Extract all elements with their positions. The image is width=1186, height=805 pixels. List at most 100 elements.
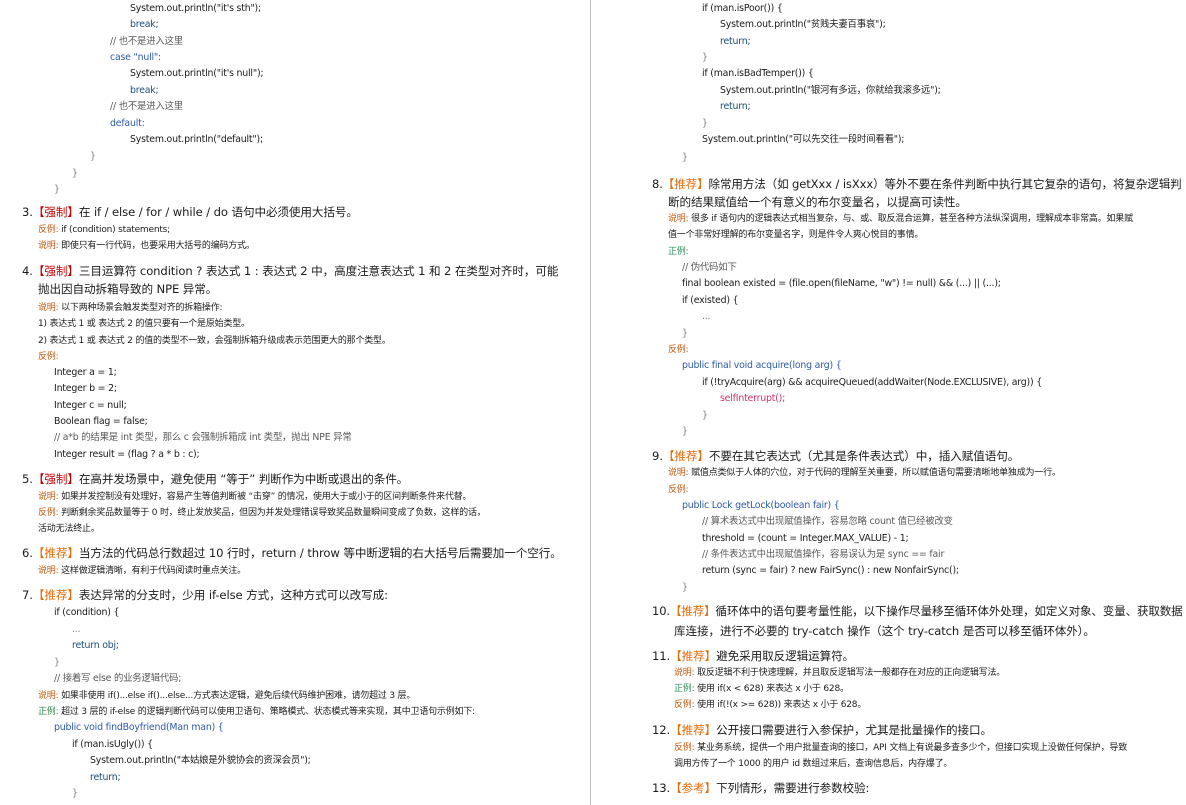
- rule-heading: 5.【强制】在高并发场景中，避免使用 “等于” 判断作为中断或退出的条件。: [22, 470, 408, 488]
- column-divider: [590, 0, 591, 805]
- code-comment: // 伪代码如下: [682, 262, 737, 273]
- rule-text: 下列情形，需要进行参数校验:: [716, 781, 870, 795]
- code-line: if (existed) {: [682, 295, 739, 306]
- rule-number: 11.: [652, 649, 671, 663]
- rule-number: 6.: [22, 546, 33, 560]
- code-brace: }: [682, 328, 688, 339]
- code-line: if (man.isBadTemper()) {: [702, 68, 814, 79]
- note-text: 某业务系统，提供一个用户批量查询的接口，API 文档上有说最多查多少个，但接口实…: [694, 743, 1128, 753]
- tag-reference: 【参考】: [670, 781, 717, 795]
- code-line: System.out.println("贫贱夫妻百事哀");: [720, 19, 886, 30]
- code-brace: }: [54, 657, 60, 668]
- note-line: 反例: 判断剩余奖品数量等于 0 时，终止发放奖品，但因为并发处理错误导致奖品数…: [38, 505, 486, 521]
- explanation-label: 说明:: [38, 691, 59, 701]
- code-line: if (man.isPoor()) {: [702, 3, 783, 14]
- note-line: 说明: 赋值点类似于人体的穴位，对于代码的理解至关重要，所以赋值语句需要清晰地单…: [668, 465, 1061, 481]
- rule-text: 避免采用取反逻辑运算符。: [716, 649, 855, 663]
- positive-example-label: 正例:: [668, 247, 689, 257]
- right-column: if (man.isPoor()) { System.out.println("…: [594, 0, 1186, 805]
- code-line: return;: [720, 36, 751, 47]
- rule-text: 公开接口需要进行入参保护，尤其是批量操作的接口。: [716, 723, 992, 737]
- code-comment: // 也不是进入这里: [110, 101, 183, 112]
- code-line: ...: [702, 311, 711, 322]
- code-brace: }: [682, 152, 688, 163]
- note-text: 如果并发控制没有处理好，容易产生等值判断被 “击穿” 的情况，使用大于或小于的区…: [58, 492, 472, 502]
- rule-text: 循环体中的语句要考量性能，以下操作尽量移至循环体外处理，如定义对象、变量、获取数…: [715, 604, 1183, 618]
- rule-text: 在高并发场景中，避免使用 “等于” 判断作为中断或退出的条件。: [78, 472, 409, 486]
- rule-heading: 8.【推荐】除常用方法（如 getXxx / isXxx）等外不要在条件判断中执…: [652, 175, 1182, 193]
- note-text: 判断剩余奖品数量等于 0 时，终止发放奖品，但因为并发处理错误导致奖品数量瞬间变…: [58, 508, 486, 518]
- code-line: System.out.println("可以先交往一段时间看看");: [702, 134, 905, 145]
- code-line: System.out.println("本姑娘是外貌协会的资深会员");: [90, 755, 311, 766]
- code-brace: }: [90, 151, 96, 162]
- code-line: return obj;: [72, 638, 119, 654]
- explanation-label: 说明:: [674, 668, 695, 678]
- note-text: 使用 if(!(x >= 628)) 来表达 x 小于 628。: [694, 700, 867, 710]
- code-line: System.out.println("default");: [130, 134, 263, 145]
- tag-recommend: 【推荐】: [662, 177, 709, 191]
- code-line: Integer b = 2;: [54, 383, 117, 394]
- rule-text-cont: 断的结果赋值给一个有意义的布尔变量名，以提高可读性。: [668, 195, 967, 209]
- tag-recommend: 【推荐】: [670, 723, 717, 737]
- code-line: public final void acquire(long arg) {: [682, 360, 842, 371]
- code-brace: }: [72, 788, 78, 799]
- explanation-label: 说明:: [38, 566, 59, 576]
- note-line: 正例: 使用 if(x < 628) 来表达 x 小于 628。: [674, 681, 849, 697]
- code-brace: }: [702, 118, 708, 129]
- note-line: 反例: if (condition) statements;: [38, 222, 170, 238]
- rule-heading: 3.【强制】在 if / else / for / while / do 语句中…: [22, 203, 358, 221]
- code-return: return obj;: [72, 640, 119, 651]
- rule-text: 表达异常的分支时，少用 if-else 方式，这种方式可以改写成:: [78, 588, 388, 602]
- rule-heading: 11.【推荐】避免采用取反逻辑运算符。: [652, 647, 854, 665]
- rule-heading: 13.【参考】下列情形，需要进行参数校验:: [652, 779, 869, 797]
- code-brace: }: [682, 582, 688, 593]
- rule-heading: 10.【推荐】循环体中的语句要考量性能，以下操作尽量移至循环体外处理，如定义对象…: [652, 602, 1183, 620]
- note-text: 如果非使用 if()...else if()...else...方式表达逻辑，避…: [58, 691, 416, 701]
- rule-number: 4.: [22, 264, 33, 278]
- note-line: 说明: 很多 if 语句内的逻辑表达式相当复杂，与、或、取反混合运算，甚至各种方…: [668, 211, 1133, 227]
- rule-text: 除常用方法（如 getXxx / isXxx）等外不要在条件判断中执行其它复杂的…: [708, 177, 1182, 191]
- explanation-label: 说明:: [38, 303, 59, 313]
- rule-text-cont: 库连接，进行不必要的 try-catch 操作（这个 try-catch 是否可…: [674, 624, 1095, 638]
- code-line: Boolean flag = false;: [54, 416, 148, 427]
- note-line: 2) 表达式 1 或 表达式 2 的值的类型不一致，会强制拆箱升级成表示范围更大…: [38, 336, 391, 346]
- counter-example-label: 反例:: [38, 508, 59, 518]
- code-brace: }: [702, 52, 708, 63]
- code-line: if (condition) {: [54, 607, 120, 618]
- explanation-label: 说明:: [38, 492, 59, 502]
- code-line: ...: [72, 624, 81, 635]
- counter-example-label: 反例:: [38, 225, 59, 235]
- tag-recommend: 【推荐】: [32, 546, 79, 560]
- note-line: 值一个非常好理解的布尔变量名字，则是件令人爽心悦目的事情。: [668, 230, 924, 240]
- rule-text: 三目运算符 condition ? 表达式 1 : 表达式 2 中，高度注意表达…: [78, 264, 559, 278]
- note-text: 使用 if(x < 628) 来表达 x 小于 628。: [694, 684, 849, 694]
- rule-heading: 6.【推荐】当方法的代码总行数超过 10 行时，return / throw 等…: [22, 544, 562, 562]
- rule-heading: 7.【推荐】表达异常的分支时，少用 if-else 方式，这种方式可以改写成:: [22, 586, 388, 604]
- counter-example-label: 反例:: [38, 352, 59, 362]
- positive-example-label: 正例:: [38, 707, 59, 717]
- rule-number: 3.: [22, 205, 33, 219]
- note-line: 说明: 取反逻辑不利于快速理解，并且取反逻辑写法一般都存在对应的正向逻辑写法。: [674, 665, 1005, 681]
- code-line: if (man.isUgly()) {: [72, 739, 153, 750]
- note-text: 赋值点类似于人体的穴位，对于代码的理解至关重要，所以赋值语句需要清晰地单独成为一…: [688, 468, 1061, 478]
- tag-recommend: 【推荐】: [32, 588, 79, 602]
- rule-number: 5.: [22, 472, 33, 486]
- rule-text: 不要在其它表达式（尤其是条件表达式）中，插入赋值语句。: [708, 449, 1020, 463]
- note-line: 说明: 以下两种场景会触发类型对齐的拆箱操作:: [38, 300, 223, 316]
- rule-text: 在 if / else / for / while / do 语句中必须使用大括…: [78, 205, 358, 219]
- code-line: final boolean existed = (file.open(fileN…: [682, 278, 1001, 289]
- code-brace: }: [702, 410, 708, 421]
- code-line: public void findBoyfriend(Man man) {: [54, 722, 224, 733]
- code-brace: }: [682, 426, 688, 437]
- note-line: 正例: 超过 3 层的 if-else 的逻辑判断代码可以使用卫语句、策略模式、…: [38, 704, 475, 720]
- rule-text: 当方法的代码总行数超过 10 行时，return / throw 等中断逻辑的右…: [78, 546, 562, 560]
- explanation-label: 说明:: [668, 214, 689, 224]
- code-line: System.out.println("it's sth");: [130, 3, 261, 14]
- note-line: 说明: 如果非使用 if()...else if()...else...方式表达…: [38, 688, 415, 704]
- code-line: public Lock getLock(boolean fair) {: [682, 500, 840, 511]
- code-line: Integer a = 1;: [54, 367, 117, 378]
- note-text: if (condition) statements;: [58, 225, 170, 235]
- code-line: return;: [90, 772, 121, 783]
- note-line: 调用方传了一个 1000 的用户 id 数组过来后，查询信息后，内存爆了。: [674, 759, 953, 769]
- explanation-label: 说明:: [668, 468, 689, 478]
